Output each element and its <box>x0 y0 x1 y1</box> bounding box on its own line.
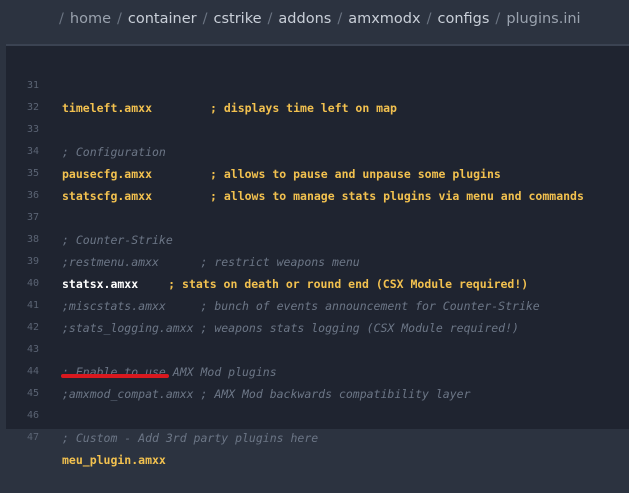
code-line: 43 ; Enable to use AMX Mod plugins <box>6 317 629 379</box>
breadcrumb-addons[interactable]: addons <box>278 11 331 27</box>
code-line: 35 statscfg.amxx; allows to manage stats… <box>6 141 629 203</box>
code-line: 38 ;restmenu.amxx ; restrict weapons men… <box>6 207 629 269</box>
code-line: 44 ;amxmod_compat.amxx ; AMX Mod backwar… <box>6 339 629 401</box>
breadcrumb-separator: / <box>337 11 343 27</box>
line-number: 47 <box>26 432 39 443</box>
code-comment: ; Custom - Add 3rd party plugins here <box>62 431 319 445</box>
code-line: 46 ; Custom - Add 3rd party plugins here <box>6 383 629 445</box>
breadcrumb-separator: / <box>267 11 273 27</box>
code-line: 42 <box>6 295 629 333</box>
code-line: 45 <box>6 361 629 399</box>
breadcrumb-amxmodx[interactable]: amxmodx <box>348 11 420 27</box>
code-text-highlighted: meu_plugin.amxx <box>62 453 166 467</box>
breadcrumb-home[interactable]: home <box>70 11 111 27</box>
breadcrumb-separator: / <box>59 11 64 27</box>
breadcrumb-configs[interactable]: configs <box>437 11 489 27</box>
breadcrumb-separator: / <box>426 11 432 27</box>
breadcrumb-container[interactable]: container <box>128 11 197 27</box>
code-line: 39 statsx.amxx; stats on death or round … <box>6 229 629 291</box>
breadcrumb-separator: / <box>495 11 501 27</box>
code-editor[interactable]: 31 timeleft.amxx; displays time left on … <box>6 44 629 467</box>
breadcrumb-separator: / <box>117 11 122 27</box>
code-line: 40 ;miscstats.amxx ; bunch of events ann… <box>6 251 629 313</box>
code-line: 31 timeleft.amxx; displays time left on … <box>6 53 629 115</box>
breadcrumb-current-file: plugins.ini <box>506 11 581 27</box>
breadcrumb: / home / container / cstrike / addons / amxmodx / c… <box>0 0 629 44</box>
code-line: 47 meu_plugin.amxx <box>6 405 629 467</box>
code-line: 41 ;stats_logging.amxx ; weapons stats l… <box>6 273 629 335</box>
code-line: 33 ; Configuration <box>6 97 629 159</box>
breadcrumb-cstrike[interactable]: cstrike <box>214 11 262 27</box>
code-line: 36 <box>6 163 629 201</box>
breadcrumb-separator: / <box>202 11 208 27</box>
code-line: 32 <box>6 75 629 113</box>
red-underline-highlight <box>61 374 169 378</box>
code-line: 34 pausecfg.amxx; allows to pause and un… <box>6 119 629 181</box>
code-line: 37 ; Counter-Strike <box>6 185 629 247</box>
